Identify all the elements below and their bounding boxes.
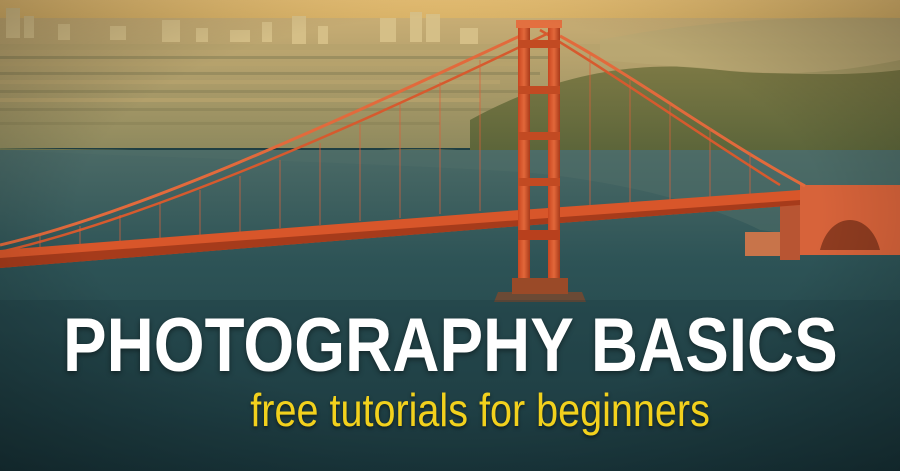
banner-title: PHOTOGRAPHY BASICS <box>63 303 838 388</box>
banner-subtitle: free tutorials for beginners <box>250 384 710 436</box>
photography-basics-banner: PHOTOGRAPHY BASICS free tutorials for be… <box>0 0 900 471</box>
